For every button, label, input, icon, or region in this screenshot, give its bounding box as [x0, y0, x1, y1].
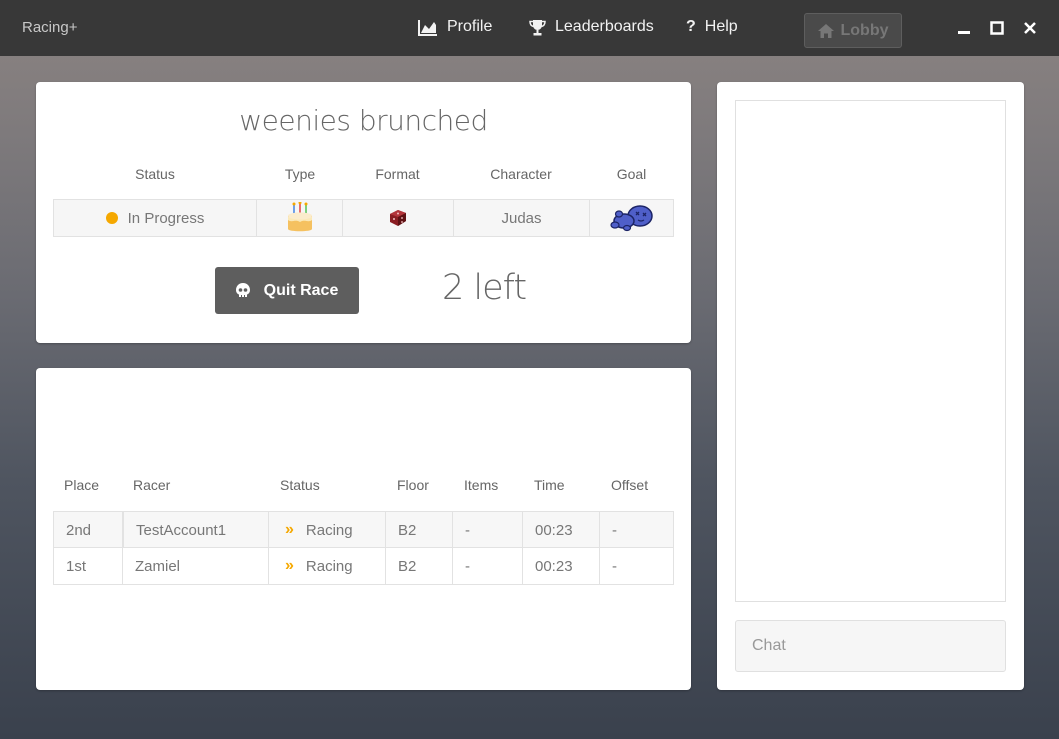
table-row[interactable]: 2nd TestAccount1 » Racing B2 - 00:23 - [53, 511, 674, 548]
quit-race-button[interactable]: Quit Race [215, 267, 359, 314]
trophy-icon [529, 19, 546, 35]
header-racer: Racer [133, 477, 171, 493]
racers-panel: Place Racer Status Floor Items Time Offs… [36, 368, 691, 690]
chat-panel [717, 82, 1024, 690]
racer-name: TestAccount1 [123, 512, 269, 548]
racer-time: 00:23 [523, 512, 600, 548]
home-icon [817, 23, 834, 38]
lobby-button-label: Lobby [840, 21, 889, 39]
blue-baby-icon [609, 205, 653, 232]
nav-help[interactable]: ? Help [686, 18, 738, 36]
title-bar: Racing+ Profile Leaderboards ? Help Lobb… [0, 0, 1059, 56]
racer-status-cell: » Racing [269, 548, 386, 584]
dice-icon [390, 210, 406, 226]
racers-table: 2nd TestAccount1 » Racing B2 - 00:23 - 1… [53, 511, 674, 585]
race-character-cell: Judas [454, 200, 590, 236]
nav-profile-label: Profile [447, 18, 493, 35]
racer-place: 2nd [54, 512, 123, 548]
racers-remaining: 2 left [442, 268, 527, 308]
race-goal-cell [590, 200, 673, 236]
chart-icon [418, 19, 437, 36]
race-status-cell: In Progress [54, 200, 257, 236]
lobby-button[interactable]: Lobby [804, 13, 902, 48]
header-racer-status: Status [280, 477, 320, 493]
close-icon[interactable] [1020, 18, 1040, 38]
table-row[interactable]: 1st Zamiel » Racing B2 - 00:23 - [53, 548, 674, 585]
race-format-cell [343, 200, 454, 236]
race-info-row: In Progress Judas [53, 199, 674, 237]
header-character: Character [490, 166, 552, 182]
header-place: Place [64, 477, 100, 493]
racer-time: 00:23 [523, 548, 600, 584]
chevrons-right-icon: » [285, 521, 294, 538]
header-format: Format [375, 166, 420, 182]
app-title: Racing+ [22, 19, 78, 36]
race-title: weenies brunched [239, 104, 488, 137]
question-icon: ? [686, 18, 696, 35]
header-items: Items [464, 477, 499, 493]
race-type-cell [257, 200, 343, 236]
header-type: Type [284, 166, 316, 182]
header-offset: Offset [611, 477, 649, 493]
header-floor: Floor [397, 477, 429, 493]
nav-leaderboards-label: Leaderboards [555, 18, 654, 35]
nav-profile[interactable]: Profile [418, 18, 492, 36]
racer-name: Zamiel [123, 548, 269, 584]
race-info-panel: weenies brunched Status Type Format Char… [36, 82, 691, 343]
racer-place: 1st [54, 548, 123, 584]
chevrons-right-icon: » [285, 557, 294, 574]
race-status: In Progress [127, 209, 205, 227]
chat-input[interactable] [735, 620, 1006, 672]
race-character: Judas [501, 209, 542, 227]
racer-status: Racing [305, 521, 353, 539]
quit-race-label: Quit Race [263, 281, 339, 299]
header-status: Status [135, 166, 175, 182]
maximize-icon[interactable] [987, 18, 1007, 38]
racer-floor: B2 [386, 512, 453, 548]
status-dot-icon [105, 212, 118, 224]
minimize-icon[interactable] [954, 18, 974, 38]
racer-items: - [453, 512, 523, 548]
cake-icon [287, 202, 312, 232]
racer-items: - [453, 548, 523, 584]
racer-status: Racing [305, 557, 353, 575]
racer-offset: - [612, 557, 617, 575]
nav-leaderboards[interactable]: Leaderboards [529, 18, 654, 36]
racer-offset: - [612, 521, 617, 539]
header-goal: Goal [616, 166, 647, 182]
chat-messages[interactable] [735, 100, 1006, 602]
racer-floor: B2 [386, 548, 453, 584]
skull-icon [235, 282, 250, 297]
racer-status-cell: » Racing [269, 512, 386, 548]
header-time: Time [534, 477, 565, 493]
nav-help-label: Help [704, 18, 738, 35]
